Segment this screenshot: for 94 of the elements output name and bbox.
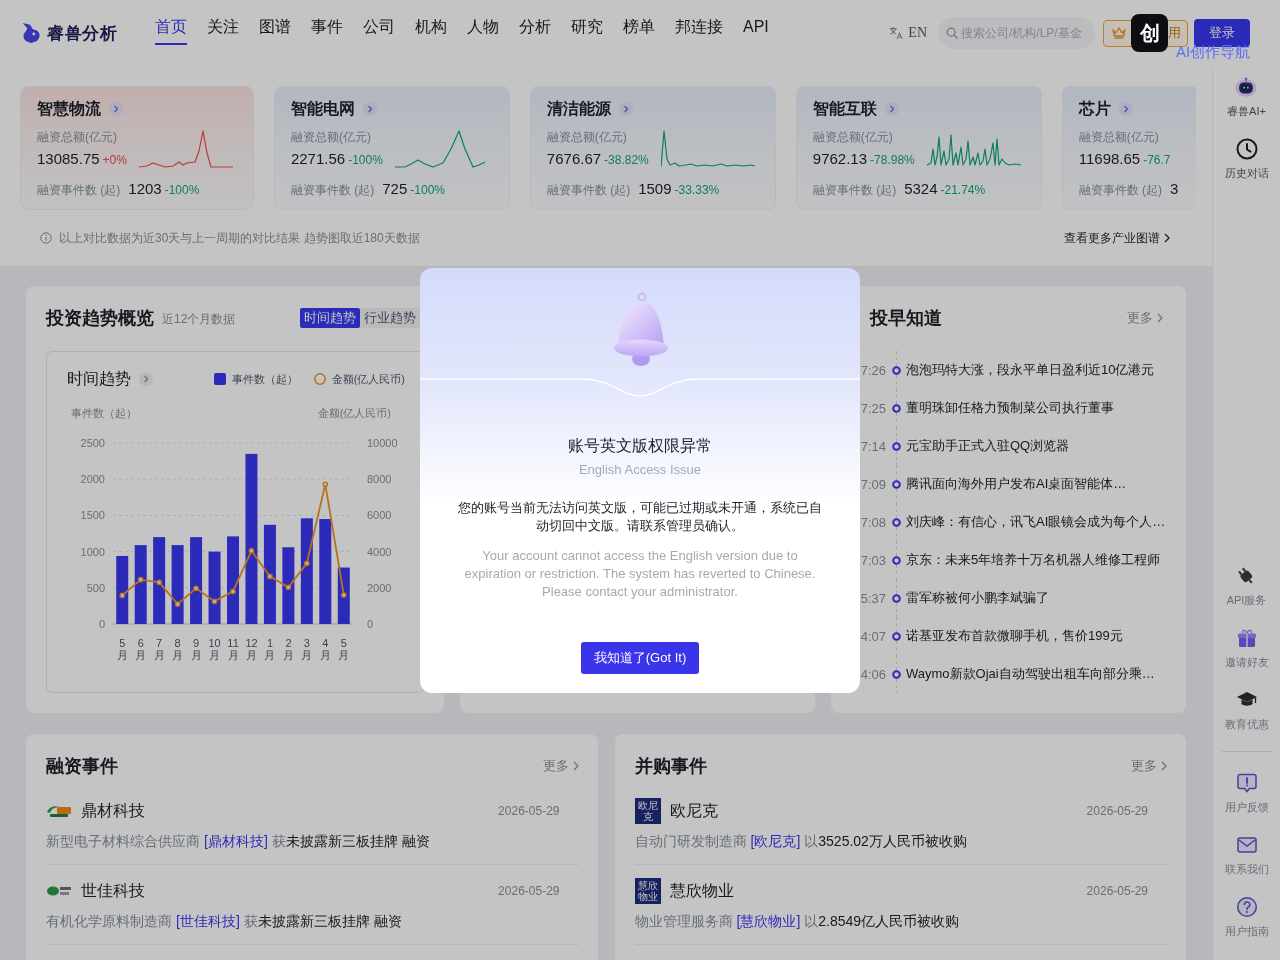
event-description: 新型电子材料综合供应商 [鼎材科技] 获未披露新三板挂牌 融资 xyxy=(46,832,431,851)
news-time: 7:03 xyxy=(860,553,886,568)
axis-tick-label: 6月 xyxy=(134,637,148,661)
amount-value: 7676.67 xyxy=(546,149,602,169)
dialog-subtitle: English Access Issue xyxy=(578,460,702,479)
count-label: 融资事件数 (起) xyxy=(37,182,121,198)
count-label: 融资事件数 (起) xyxy=(812,182,897,198)
axis-tick-label: 9月 xyxy=(189,637,203,661)
dialog-message: Your account cannot access the English version due to expiration or restriction. The system has reverted to Chinese. Please contact your administrator. xyxy=(463,546,817,601)
event-date: 2026-05-29 xyxy=(1086,804,1148,818)
count-change: -21.74% xyxy=(940,183,986,197)
panel-title: 融资事件 xyxy=(46,755,118,778)
company-logo: 慧欣物业 xyxy=(634,878,661,904)
axis-tick-label: 8月 xyxy=(171,637,185,661)
axis-tick-label: 0 xyxy=(367,618,374,630)
count-value: 1509 xyxy=(638,179,672,199)
industry-title: 智能互联 xyxy=(812,98,877,119)
count-change: -100% xyxy=(410,183,445,197)
amount-label: 融资总额(亿元) xyxy=(37,129,118,145)
amount-value: 13085.75 xyxy=(37,149,100,169)
amount-label: 融资总额(亿元) xyxy=(812,129,894,145)
panel-subtitle: 近12个月数据 xyxy=(162,311,236,328)
panel-title: 投资趋势概览 xyxy=(46,307,154,330)
axis-tick-label: 5月 xyxy=(115,637,129,661)
logo-text: 睿兽分析 xyxy=(47,22,117,45)
legend-label: 事件数（起） xyxy=(231,371,298,387)
axis-title: 金额(亿人民币) xyxy=(317,406,391,421)
count-change: -33.33% xyxy=(674,183,720,197)
amount-value: 9762.13 xyxy=(812,149,868,169)
axis-tick-label: 2500 xyxy=(80,437,105,449)
axis-tick-label: 2000 xyxy=(80,473,105,486)
dialog-title: 账号英文版权限异常 xyxy=(568,435,712,456)
axis-tick-label: 7月 xyxy=(152,637,166,661)
news-time: 7:09 xyxy=(860,477,886,492)
event-description: 自动门研发制造商 [欧尼克] 以3525.02万人民币被收购 xyxy=(634,832,968,851)
amount-label: 融资总额(亿元) xyxy=(290,129,372,145)
amount-label: 融资总额(亿元) xyxy=(546,129,628,145)
axis-tick-label: 1500 xyxy=(80,509,105,522)
news-time: 7:14 xyxy=(860,439,886,454)
chart-title: 时间趋势 xyxy=(67,368,131,389)
axis-title: 事件数（起） xyxy=(71,406,137,421)
news-time: 7:26 xyxy=(860,363,886,378)
axis-tick-label: 6000 xyxy=(367,509,392,522)
industry-title: 芯片 xyxy=(1078,98,1111,119)
panel-title: 并购事件 xyxy=(634,755,707,778)
count-value: 725 xyxy=(382,179,408,199)
amount-change: +0% xyxy=(102,153,127,167)
news-time: 7:08 xyxy=(860,515,886,530)
industry-title: 智能电网 xyxy=(290,98,355,119)
news-time: 4:06 xyxy=(860,667,886,682)
count-value: 5324 xyxy=(904,179,938,199)
count-label: 融资事件数 (起) xyxy=(290,182,375,198)
axis-tick-label: 10月 xyxy=(207,637,222,661)
amount-value: 11698.65 xyxy=(1078,149,1141,169)
axis-tick-label: 2000 xyxy=(367,581,392,594)
event-date: 2026-05-29 xyxy=(498,804,560,818)
event-description: 有机化学原料制造商 [世佳科技] 获未披露新三板挂牌 融资 xyxy=(46,912,403,931)
count-change: -100% xyxy=(164,183,200,197)
axis-tick-label: 12月 xyxy=(244,637,259,661)
axis-tick-label: 4000 xyxy=(367,545,392,558)
count-value: 1203 xyxy=(128,179,162,199)
axis-tick-label: 3月 xyxy=(300,637,314,661)
axis-tick-label: 500 xyxy=(86,581,105,594)
industry-title: 清洁能源 xyxy=(546,98,611,119)
panel-title: 投早知道 xyxy=(870,307,942,330)
axis-tick-label: 1月 xyxy=(263,637,277,661)
count-label: 融资事件数 (起) xyxy=(1078,182,1163,198)
industry-note: 以上对比数据为近30天与上一周期的对比结果 趋势图取近180天数据 xyxy=(59,229,420,247)
news-time: 5:37 xyxy=(860,591,886,606)
axis-tick-label: 1000 xyxy=(80,545,105,558)
amount-label: 融资总额(亿元) xyxy=(1078,129,1160,145)
amount-change: -78.98% xyxy=(870,153,915,167)
axis-tick-label: 10000 xyxy=(367,437,398,449)
axis-tick-label: 4月 xyxy=(318,637,332,661)
event-date: 2026-05-29 xyxy=(1086,884,1148,898)
axis-tick-label: 11月 xyxy=(226,637,240,661)
axis-tick-label: 8000 xyxy=(367,473,392,486)
news-time: 4:07 xyxy=(860,629,886,644)
amount-change: -38.82% xyxy=(604,153,649,167)
event-description: 物业管理服务商 [慧欣物业] 以2.8549亿人民币被收购 xyxy=(634,912,961,931)
amount-value: 2271.56 xyxy=(290,149,346,169)
industry-title: 智慧物流 xyxy=(37,98,101,119)
axis-tick-label: 2月 xyxy=(281,637,295,661)
count-label: 融资事件数 (起) xyxy=(546,182,631,198)
company-logo: 欧尼克 xyxy=(634,798,661,824)
legend-label: 金额(亿人民币) xyxy=(331,371,405,387)
amount-change: -100% xyxy=(348,153,383,167)
axis-tick-label: 5月 xyxy=(337,637,351,661)
count-value: 3 xyxy=(1170,179,1179,199)
amount-change: -76.7 xyxy=(1143,153,1171,167)
event-date: 2026-05-29 xyxy=(498,884,560,898)
axis-tick-label: 0 xyxy=(98,618,105,630)
dialog-message: 您的账号当前无法访问英文版，可能已过期或未开通，系统已自动切回中文版。请联系管理员确认。 xyxy=(457,498,823,535)
news-time: 7:25 xyxy=(860,401,886,416)
